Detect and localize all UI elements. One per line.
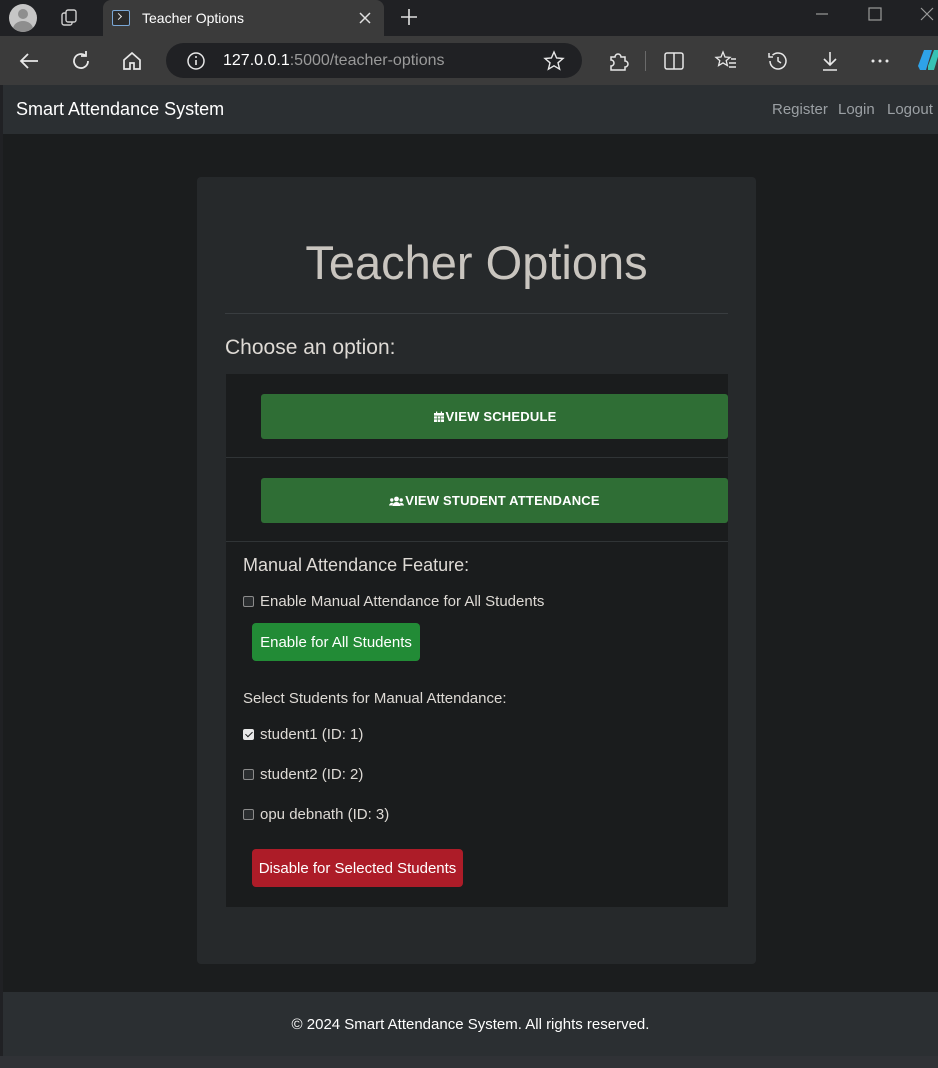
student-label-1[interactable]: student1 (ID: 1) bbox=[260, 726, 363, 743]
options-list: VIEW SCHEDULE VIEW STUDENT ATTENDANCE Ma… bbox=[226, 374, 728, 907]
teacher-options-card: Teacher Options Choose an option: VIEW S… bbox=[197, 177, 756, 964]
terminal-favicon-icon bbox=[112, 10, 130, 26]
new-tab-plus-icon[interactable] bbox=[398, 6, 420, 28]
site-footer: © 2024 Smart Attendance System. All righ… bbox=[3, 992, 938, 1056]
calendar-icon bbox=[433, 411, 444, 422]
refresh-icon[interactable] bbox=[69, 49, 93, 73]
student-checkbox-3[interactable] bbox=[243, 809, 254, 820]
disable-selected-students-label: Disable for Selected Students bbox=[258, 859, 457, 877]
page-viewport: Smart Attendance System Register Login L… bbox=[3, 85, 938, 1056]
student-label-2[interactable]: student2 (ID: 2) bbox=[260, 766, 363, 783]
enable-all-students-label: Enable for All Students bbox=[260, 633, 412, 651]
site-navbar: Smart Attendance System Register Login L… bbox=[3, 85, 938, 134]
view-student-attendance-button[interactable]: VIEW STUDENT ATTENDANCE bbox=[261, 478, 728, 523]
users-icon bbox=[389, 496, 405, 506]
title-divider bbox=[225, 313, 728, 314]
favorites-list-icon[interactable] bbox=[714, 49, 738, 73]
choose-option-label: Choose an option: bbox=[225, 336, 396, 359]
address-bar[interactable]: 127.0.0.1:5000/teacher-options bbox=[166, 43, 582, 78]
url-text[interactable]: 127.0.0.1:5000/teacher-options bbox=[223, 52, 445, 70]
copilot-icon[interactable] bbox=[914, 46, 938, 74]
browser-tab-bar: Teacher Options bbox=[0, 0, 938, 36]
close-tab-icon[interactable] bbox=[356, 9, 374, 27]
tab-title: Teacher Options bbox=[142, 10, 244, 26]
enable-all-checkbox-label[interactable]: Enable Manual Attendance for All Student… bbox=[260, 593, 544, 610]
browser-toolbar: 127.0.0.1:5000/teacher-options bbox=[0, 36, 938, 85]
favorite-star-icon[interactable] bbox=[542, 49, 566, 73]
toolbar-separator bbox=[645, 51, 646, 71]
page-title: Teacher Options bbox=[305, 236, 648, 289]
nav-link-logout[interactable]: Logout bbox=[887, 101, 933, 118]
view-schedule-button[interactable]: VIEW SCHEDULE bbox=[261, 394, 728, 439]
browser-tab-active[interactable]: Teacher Options bbox=[103, 0, 384, 36]
footer-copyright: © 2024 Smart Attendance System. All righ… bbox=[291, 1016, 650, 1033]
list-item: VIEW STUDENT ATTENDANCE bbox=[226, 458, 728, 542]
enable-all-checkbox[interactable] bbox=[243, 596, 254, 607]
home-icon[interactable] bbox=[120, 49, 144, 73]
view-schedule-label: VIEW SCHEDULE bbox=[445, 409, 557, 424]
history-icon[interactable] bbox=[766, 49, 790, 73]
student-checkbox-2[interactable] bbox=[243, 769, 254, 780]
back-arrow-icon[interactable] bbox=[18, 49, 42, 73]
profile-avatar-icon[interactable] bbox=[9, 4, 37, 32]
workspaces-icon[interactable] bbox=[59, 7, 81, 29]
maximize-window-icon[interactable] bbox=[864, 4, 886, 24]
more-options-icon[interactable] bbox=[868, 49, 892, 73]
split-screen-icon[interactable] bbox=[662, 49, 686, 73]
student-label-3[interactable]: opu debnath (ID: 3) bbox=[260, 806, 389, 823]
nav-link-login[interactable]: Login bbox=[838, 101, 875, 118]
disable-selected-students-button[interactable]: Disable for Selected Students bbox=[252, 849, 463, 887]
download-icon[interactable] bbox=[818, 49, 842, 73]
nav-link-register[interactable]: Register bbox=[772, 101, 828, 118]
select-students-label: Select Students for Manual Attendance: bbox=[243, 690, 507, 707]
navbar-brand[interactable]: Smart Attendance System bbox=[16, 99, 224, 120]
minimize-window-icon[interactable] bbox=[811, 4, 833, 24]
close-window-icon[interactable] bbox=[916, 4, 938, 24]
manual-attendance-title: Manual Attendance Feature: bbox=[243, 555, 470, 575]
list-item: VIEW SCHEDULE bbox=[226, 374, 728, 458]
student-checkbox-1[interactable] bbox=[243, 729, 254, 740]
extensions-puzzle-icon[interactable] bbox=[606, 49, 630, 73]
enable-all-students-button[interactable]: Enable for All Students bbox=[252, 623, 420, 661]
site-info-icon[interactable] bbox=[184, 49, 208, 73]
view-student-attendance-label: VIEW STUDENT ATTENDANCE bbox=[405, 493, 600, 508]
window-bottom-edge bbox=[0, 1056, 938, 1068]
